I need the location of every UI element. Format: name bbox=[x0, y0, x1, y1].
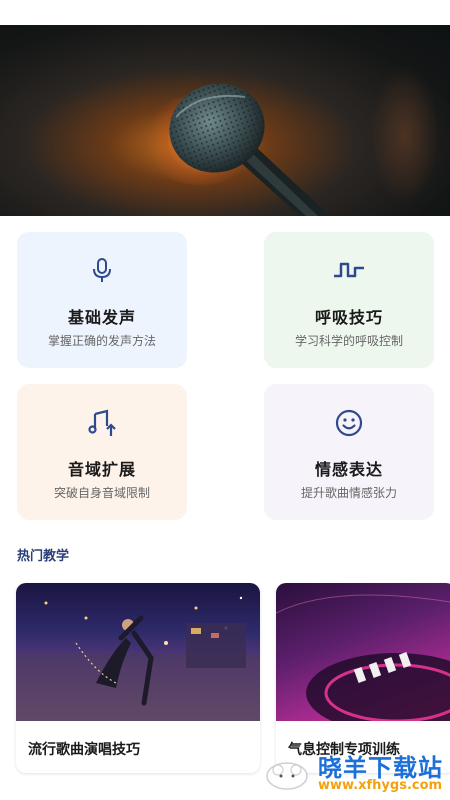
feature-desc: 突破自身音域限制 bbox=[53, 486, 150, 500]
smiley-face-icon bbox=[264, 408, 434, 437]
breath-wave-icon bbox=[264, 256, 434, 284]
microphone-illustration bbox=[169, 83, 330, 216]
music-note-up-icon bbox=[17, 408, 187, 436]
lesson-title: 流行歌曲演唱技巧 bbox=[28, 742, 140, 758]
feature-card-emotion[interactable]: 情感表达 提升歌曲情感张力 bbox=[264, 384, 434, 520]
feature-title: 呼吸技巧 bbox=[314, 308, 383, 327]
feature-title: 音域扩展 bbox=[67, 460, 136, 479]
status-bar bbox=[0, 0, 450, 25]
feature-desc: 学习科学的呼吸控制 bbox=[294, 334, 403, 348]
watermark-url: www.xfhygs.com bbox=[318, 778, 443, 793]
feature-card-range[interactable]: 音域扩展 突破自身音域限制 bbox=[17, 384, 187, 520]
hero-banner[interactable] bbox=[0, 25, 450, 216]
lesson-card-breath-control[interactable]: 气息控制专项训练 bbox=[276, 583, 450, 773]
watermark: 晓羊下载站 www.xfhygs.com bbox=[262, 748, 450, 800]
feature-card-basic-vocal[interactable]: 基础发声 掌握正确的发声方法 bbox=[17, 232, 187, 368]
lesson-card-pop-singing[interactable]: 流行歌曲演唱技巧 bbox=[16, 583, 260, 773]
feature-title: 基础发声 bbox=[67, 308, 136, 327]
feature-title: 情感表达 bbox=[314, 460, 383, 479]
microphone-icon bbox=[17, 256, 187, 284]
lesson-thumbnail bbox=[276, 583, 450, 721]
sheep-logo-icon bbox=[266, 762, 308, 790]
feature-desc: 提升歌曲情感张力 bbox=[300, 486, 397, 500]
section-title-hot: 热门教学 bbox=[17, 549, 70, 564]
feature-desc: 掌握正确的发声方法 bbox=[47, 334, 156, 348]
lesson-thumbnail bbox=[16, 583, 260, 721]
feature-card-breathing[interactable]: 呼吸技巧 学习科学的呼吸控制 bbox=[264, 232, 434, 368]
